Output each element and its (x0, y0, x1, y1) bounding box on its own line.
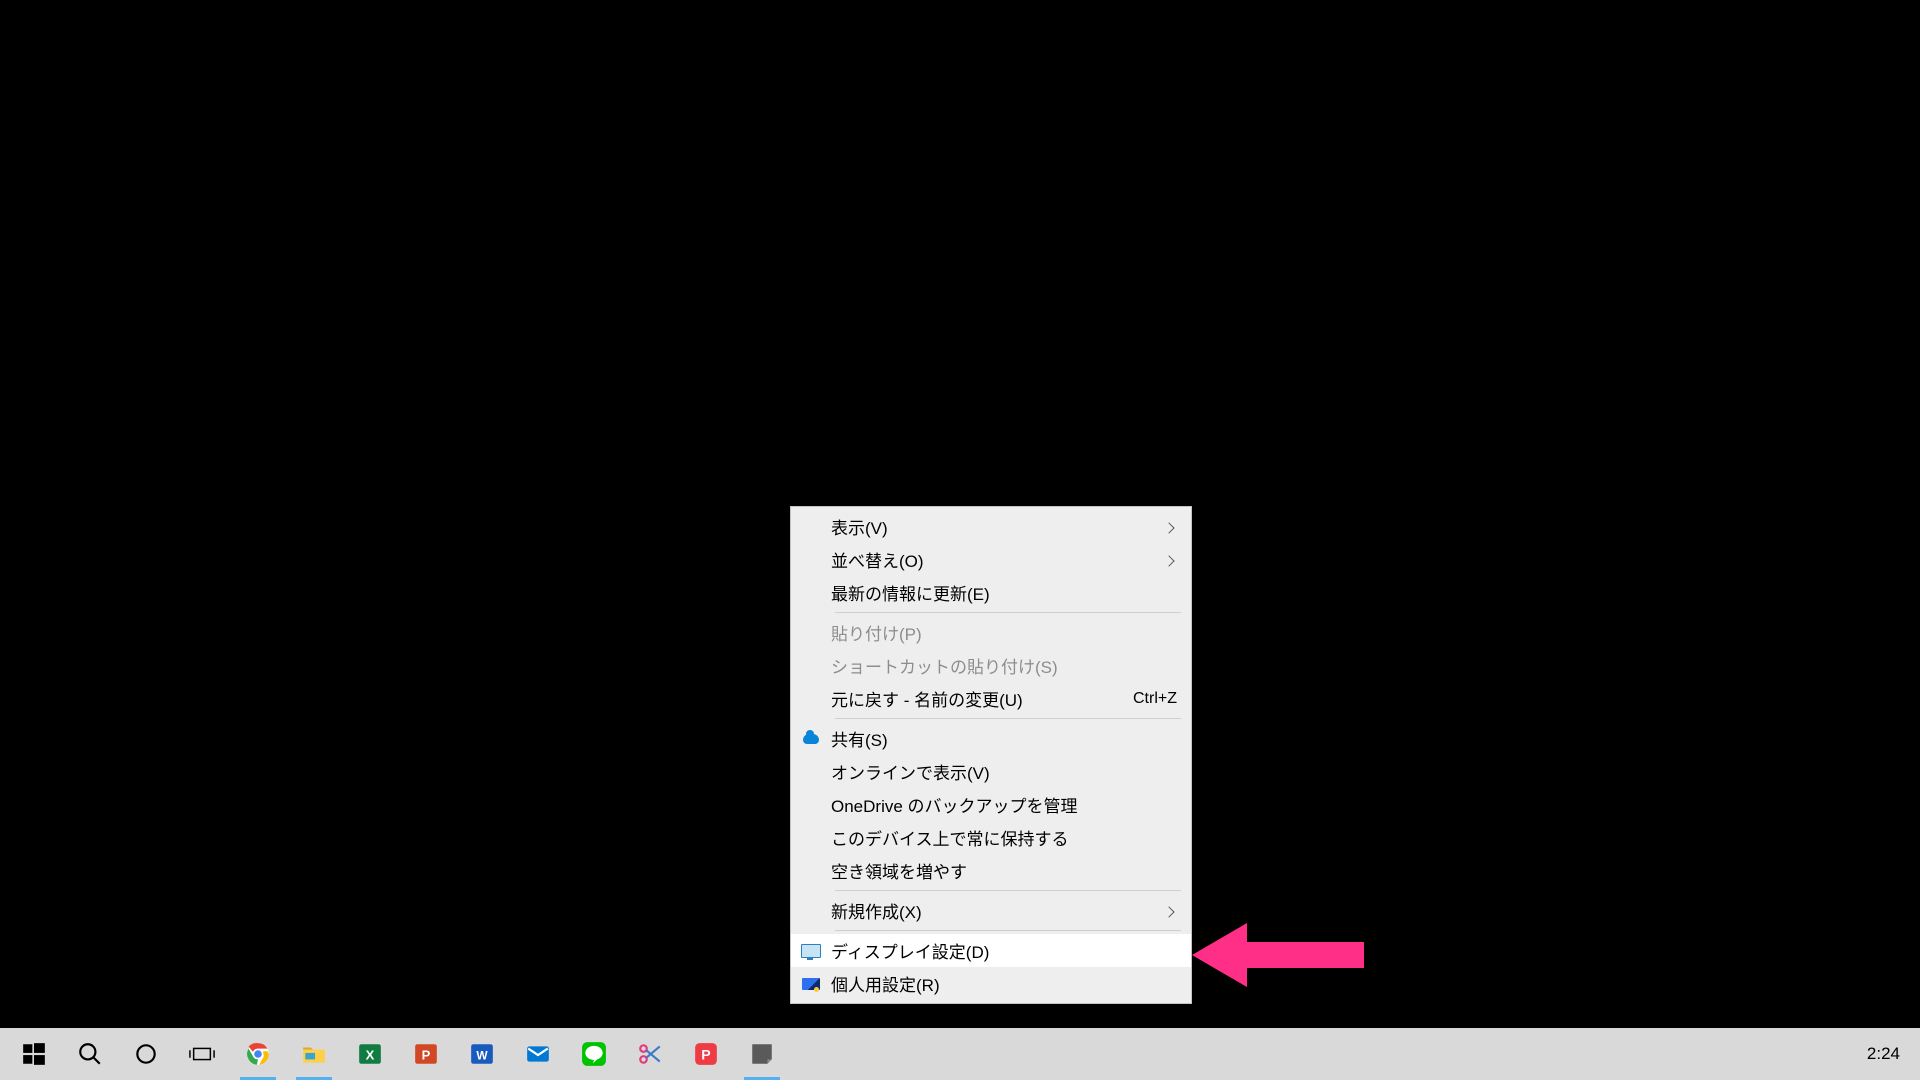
sticky-note-icon (749, 1041, 775, 1067)
taskbar-phonto[interactable]: P (678, 1028, 734, 1080)
taskbar-line[interactable] (566, 1028, 622, 1080)
menu-label: ディスプレイ設定(D) (831, 938, 1177, 963)
svg-text:W: W (476, 1048, 488, 1062)
windows-logo-icon (21, 1041, 47, 1067)
folder-icon (301, 1041, 327, 1067)
taskbar-task-view[interactable] (174, 1028, 230, 1080)
svg-text:X: X (366, 1047, 375, 1062)
phonto-icon: P (693, 1041, 719, 1067)
menu-label: 並べ替え(O) (831, 547, 1159, 572)
menu-view-online[interactable]: オンラインで表示(V) (791, 755, 1191, 788)
menu-view[interactable]: 表示(V) (791, 510, 1191, 543)
line-app-icon (581, 1041, 607, 1067)
taskbar-cortana[interactable] (118, 1028, 174, 1080)
menu-label: 表示(V) (831, 514, 1159, 539)
powerpoint-icon: P (413, 1041, 439, 1067)
start-button[interactable] (6, 1028, 62, 1080)
taskbar-search[interactable] (62, 1028, 118, 1080)
menu-share[interactable]: 共有(S) (791, 722, 1191, 755)
menu-label: このデバイス上で常に保持する (831, 825, 1177, 850)
task-view-icon (189, 1041, 215, 1067)
menu-label: ショートカットの貼り付け(S) (831, 653, 1177, 678)
menu-refresh[interactable]: 最新の情報に更新(E) (791, 576, 1191, 609)
menu-paste: 貼り付け(P) (791, 616, 1191, 649)
menu-always-keep[interactable]: このデバイス上で常に保持する (791, 821, 1191, 854)
menu-label: 空き領域を増やす (831, 858, 1177, 883)
menu-separator (835, 718, 1181, 719)
chevron-right-icon (1159, 517, 1177, 537)
word-icon: W (469, 1041, 495, 1067)
taskbar-sticky-notes[interactable] (734, 1028, 790, 1080)
menu-personalize[interactable]: 個人用設定(R) (791, 967, 1191, 1000)
menu-undo-rename[interactable]: 元に戻す - 名前の変更(U) Ctrl+Z (791, 682, 1191, 715)
annotation-arrow-icon (1192, 920, 1372, 990)
search-icon (77, 1041, 103, 1067)
taskbar-snipping-tool[interactable] (622, 1028, 678, 1080)
excel-icon: X (357, 1041, 383, 1067)
menu-sort[interactable]: 並べ替え(O) (791, 543, 1191, 576)
taskbar-clock[interactable]: 2:24 (1867, 1044, 1914, 1064)
menu-separator (835, 890, 1181, 891)
menu-label: 最新の情報に更新(E) (831, 580, 1177, 605)
onedrive-cloud-icon (791, 734, 831, 744)
menu-label: 貼り付け(P) (831, 620, 1177, 645)
chrome-icon (245, 1041, 271, 1067)
chevron-right-icon (1159, 550, 1177, 570)
menu-label: 新規作成(X) (831, 898, 1159, 923)
menu-label: 個人用設定(R) (831, 971, 1177, 996)
menu-paste-shortcut: ショートカットの貼り付け(S) (791, 649, 1191, 682)
cortana-icon (133, 1041, 159, 1067)
desktop-context-menu: 表示(V) 並べ替え(O) 最新の情報に更新(E) 貼り付け(P) ショートカッ… (790, 506, 1192, 1004)
taskbar-powerpoint[interactable]: P (398, 1028, 454, 1080)
taskbar: X P W (0, 1028, 1920, 1080)
menu-label: OneDrive のバックアップを管理 (831, 792, 1177, 817)
taskbar-chrome[interactable] (230, 1028, 286, 1080)
mail-icon (525, 1041, 551, 1067)
taskbar-mail[interactable] (510, 1028, 566, 1080)
menu-new[interactable]: 新規作成(X) (791, 894, 1191, 927)
menu-label: 元に戻す - 名前の変更(U) (831, 686, 1133, 711)
chevron-right-icon (1159, 901, 1177, 921)
display-icon (791, 944, 831, 958)
menu-separator (835, 612, 1181, 613)
menu-label: オンラインで表示(V) (831, 759, 1177, 784)
scissors-icon (637, 1041, 663, 1067)
personalize-icon (791, 978, 831, 990)
menu-display-settings[interactable]: ディスプレイ設定(D) (791, 934, 1191, 967)
menu-label: 共有(S) (831, 726, 1177, 751)
menu-free-space[interactable]: 空き領域を増やす (791, 854, 1191, 887)
menu-separator (835, 930, 1181, 931)
taskbar-file-explorer[interactable] (286, 1028, 342, 1080)
taskbar-excel[interactable]: X (342, 1028, 398, 1080)
svg-text:P: P (701, 1046, 710, 1062)
menu-shortcut: Ctrl+Z (1133, 690, 1177, 708)
menu-onedrive-backup[interactable]: OneDrive のバックアップを管理 (791, 788, 1191, 821)
svg-text:P: P (422, 1047, 431, 1062)
taskbar-word[interactable]: W (454, 1028, 510, 1080)
